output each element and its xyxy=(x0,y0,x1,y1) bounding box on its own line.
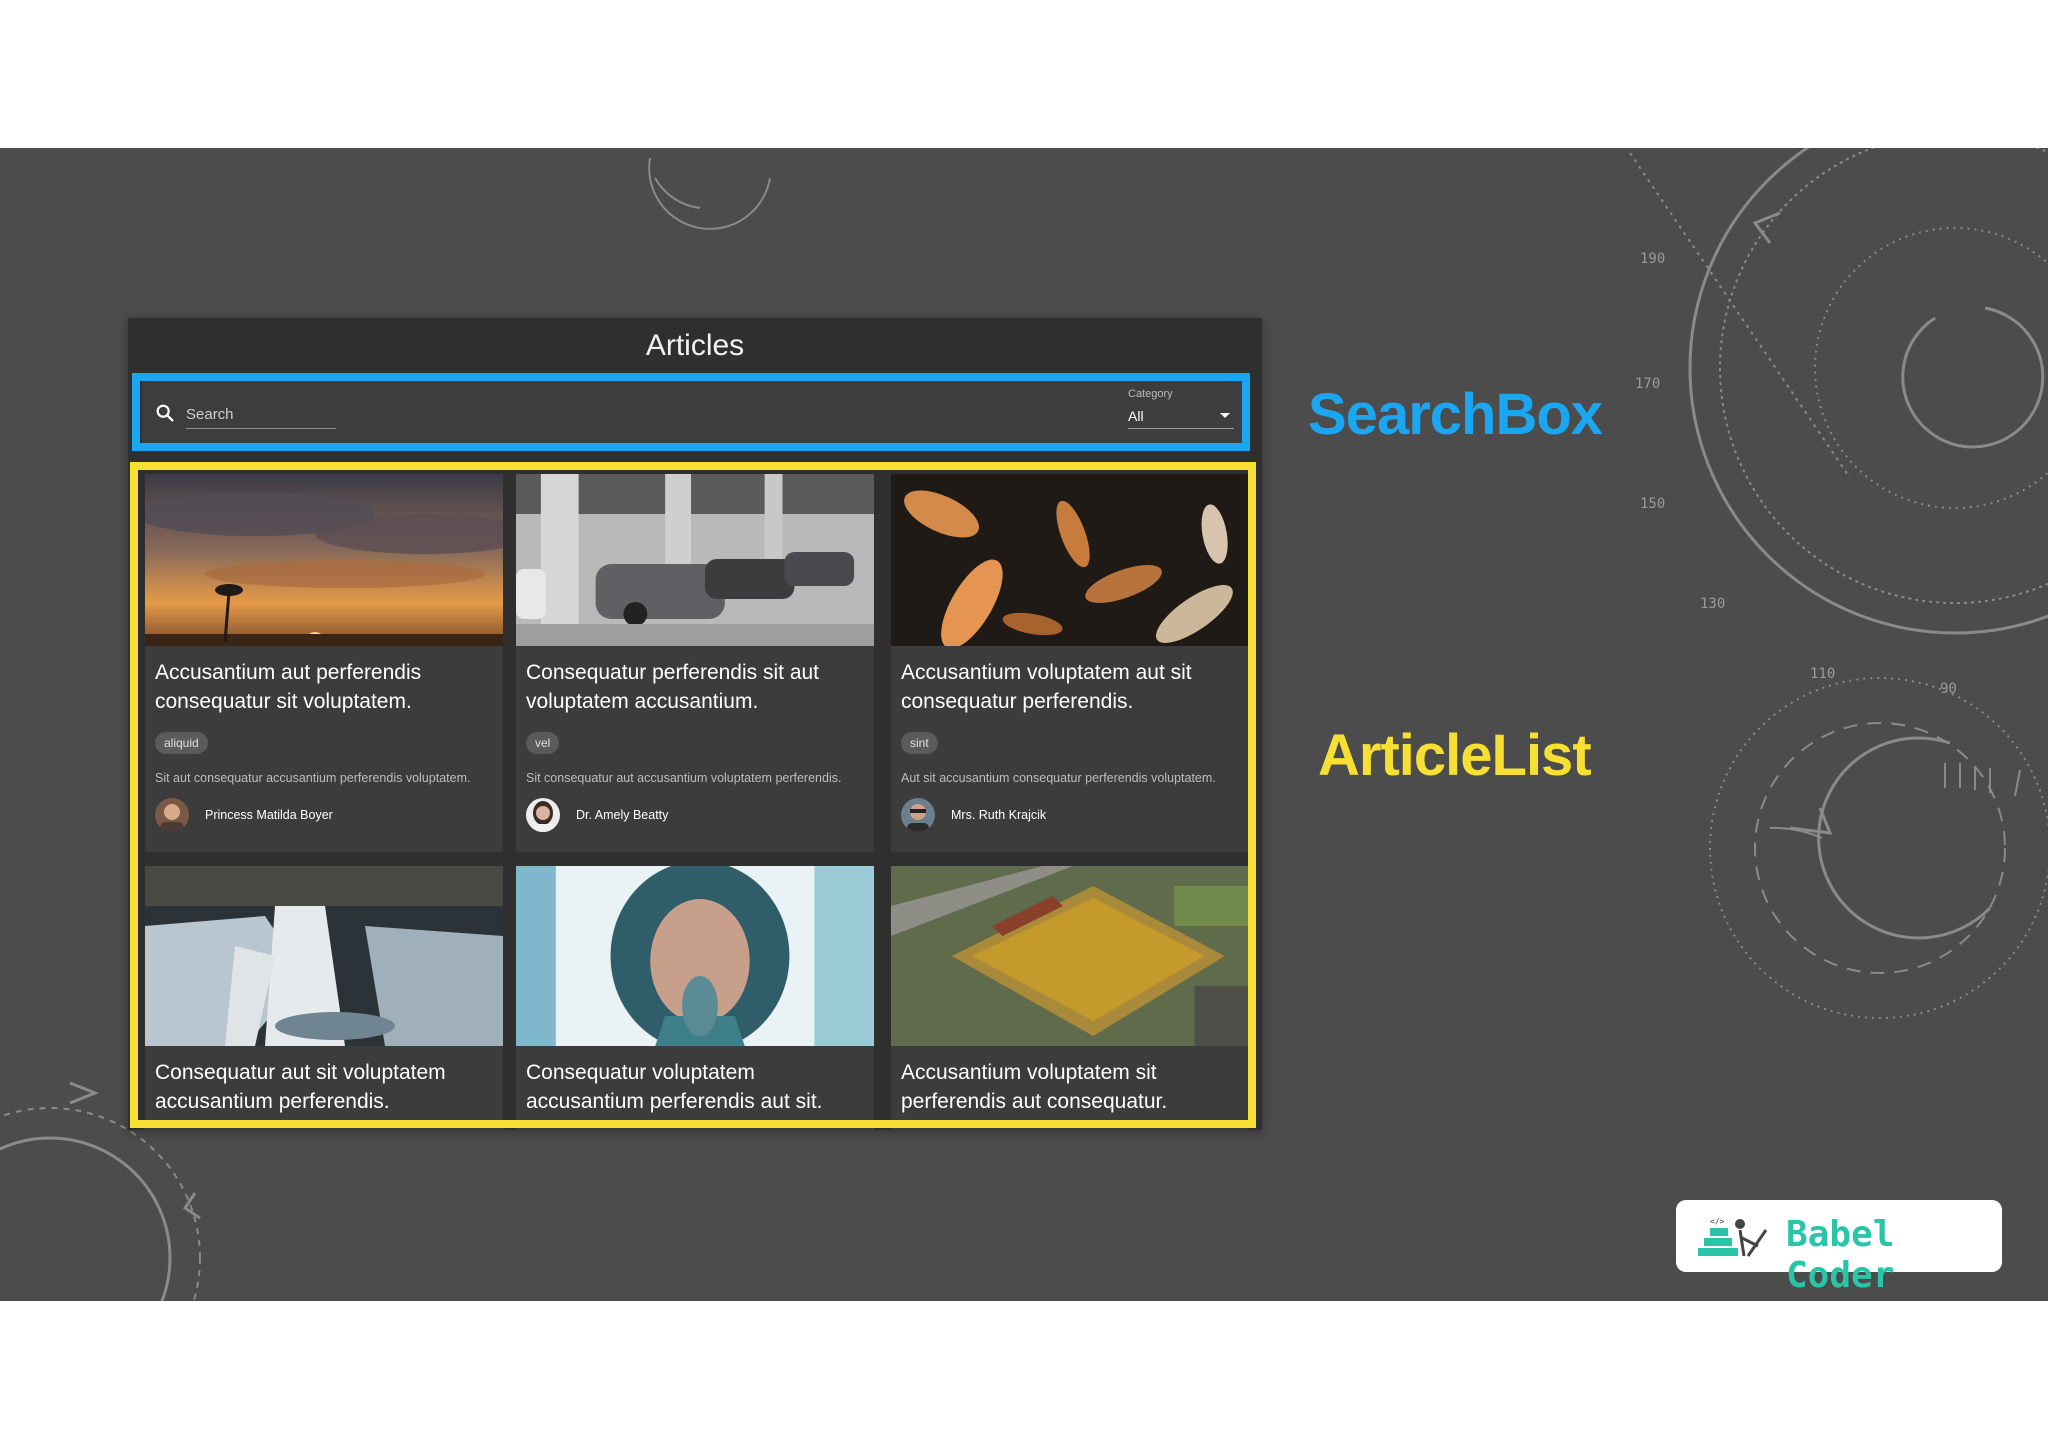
article-card[interactable]: Accusantium voluptatem sit perferendis a… xyxy=(891,866,1249,1130)
category-label: Category xyxy=(1128,388,1173,400)
article-tag[interactable]: aliquid xyxy=(155,732,208,754)
slide: 190 170 150 130 110 90 Articles Category… xyxy=(0,148,2048,1301)
article-card[interactable]: Consequatur perferendis sit aut voluptat… xyxy=(516,474,874,852)
article-title[interactable]: Consequatur voluptatem accusantium perfe… xyxy=(526,1058,864,1116)
parking-garage-photo xyxy=(516,474,874,646)
article-card[interactable]: Accusantium voluptatem aut sit consequat… xyxy=(891,474,1249,852)
page-title: Articles xyxy=(645,329,745,362)
article-tag[interactable]: vel xyxy=(526,732,560,754)
avatar xyxy=(901,798,935,832)
article-title[interactable]: Accusantium voluptatem sit perferendis a… xyxy=(901,1058,1239,1116)
babel-coder-logo: </> Babel Coder xyxy=(1676,1200,2002,1296)
article-tag[interactable]: sint xyxy=(901,732,938,754)
waterfall-photo xyxy=(145,866,503,1046)
article-title[interactable]: Consequatur aut sit voluptatem accusanti… xyxy=(155,1058,493,1116)
chevron-down-icon xyxy=(1220,413,1230,418)
svg-text:</>: </> xyxy=(1710,1217,1725,1226)
article-title[interactable]: Accusantium aut perferendis consequatur … xyxy=(155,658,493,716)
article-author: Dr. Amely Beatty xyxy=(576,808,669,822)
search-icon xyxy=(156,404,174,422)
articlelist-label: ArticleList xyxy=(1318,723,1592,788)
woman-portrait-photo xyxy=(516,866,874,1046)
article-card[interactable]: Consequatur aut sit voluptatem accusanti… xyxy=(145,866,503,1130)
category-underline xyxy=(1128,428,1234,429)
svg-text:190: 190 xyxy=(1640,251,1665,267)
koi-fish-photo xyxy=(891,474,1249,646)
articles-app: Articles Category All xyxy=(128,318,1262,1130)
article-author: Princess Matilda Boyer xyxy=(205,808,333,822)
construction-aerial-photo xyxy=(891,866,1249,1046)
svg-text:150: 150 xyxy=(1640,496,1665,512)
logo-text: Babel Coder xyxy=(1786,1214,1895,1296)
category-select[interactable]: Category All xyxy=(1128,388,1234,436)
coder-icon: </> xyxy=(1698,1217,1768,1257)
article-card[interactable]: Accusantium aut perferendis consequatur … xyxy=(145,474,503,852)
article-excerpt: Aut sit accusantium consequatur perferen… xyxy=(901,771,1216,785)
avatar xyxy=(526,798,560,832)
article-author: Mrs. Ruth Krajcik xyxy=(951,808,1047,822)
searchbox-label: SearchBox xyxy=(1308,382,1603,447)
search-input[interactable] xyxy=(186,400,336,429)
svg-text:90: 90 xyxy=(1940,681,1957,697)
search-box: Category All xyxy=(142,380,1246,444)
article-title[interactable]: Accusantium voluptatem aut sit consequat… xyxy=(901,658,1239,716)
article-excerpt: Sit aut consequatur accusantium perferen… xyxy=(155,771,471,785)
svg-text:110: 110 xyxy=(1810,666,1835,682)
category-value: All xyxy=(1128,408,1144,424)
article-title[interactable]: Consequatur perferendis sit aut voluptat… xyxy=(526,658,864,716)
article-excerpt: Sit consequatur aut accusantium voluptat… xyxy=(526,771,842,785)
avatar xyxy=(155,798,189,832)
sunset-palm-photo xyxy=(145,474,503,646)
article-card[interactable]: Consequatur voluptatem accusantium perfe… xyxy=(516,866,874,1130)
svg-text:170: 170 xyxy=(1635,376,1660,392)
svg-text:130: 130 xyxy=(1700,596,1725,612)
